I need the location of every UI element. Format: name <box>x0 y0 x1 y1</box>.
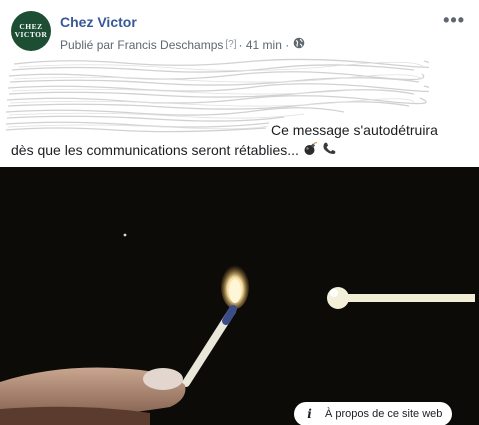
page-avatar[interactable]: CHEZ VICTOR <box>11 11 51 51</box>
post-text-line2: dès que les communications seront rétabl… <box>11 141 337 159</box>
post-time[interactable]: · 41 min · <box>239 38 290 52</box>
post-video[interactable] <box>0 167 479 425</box>
globe-icon[interactable] <box>293 37 305 52</box>
telephone-icon <box>322 141 337 159</box>
match-scene <box>0 167 479 425</box>
help-marker[interactable]: [?] <box>225 39 236 50</box>
info-icon: i <box>302 406 317 422</box>
more-options-button[interactable]: ••• <box>443 10 465 31</box>
page-name-link[interactable]: Chez Victor <box>60 14 137 30</box>
post-text-line1: Ce message s'autodétruira <box>271 122 438 138</box>
bomb-icon <box>303 141 318 159</box>
post-text-line2-content: dès que les communications seront rétabl… <box>11 142 299 158</box>
about-website-label: À propos de ce site web <box>325 408 443 420</box>
post-meta: Publié par Francis Deschamps [?] · 41 mi… <box>60 37 305 52</box>
about-website-button[interactable]: i À propos de ce site web <box>294 402 453 425</box>
author-line[interactable]: Publié par Francis Deschamps <box>60 38 223 52</box>
facebook-post: CHEZ VICTOR Chez Victor Publié par Franc… <box>0 0 479 425</box>
avatar-text-line2: VICTOR <box>14 30 48 39</box>
